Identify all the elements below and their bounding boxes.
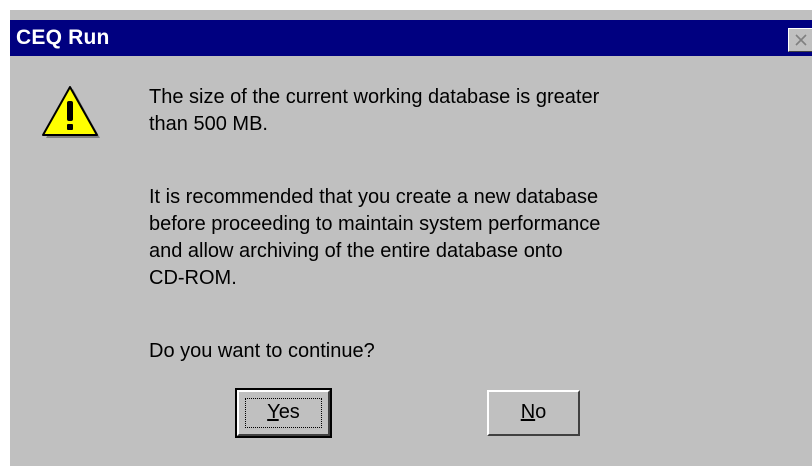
close-icon [795,34,807,46]
no-label: No [521,401,547,423]
no-button[interactable]: No [487,390,580,436]
yes-label-rest: es [278,401,300,423]
focus-rectangle: Yes [245,398,322,428]
message-line: The size of the current working database… [149,86,600,108]
message-line: than 500 MB. [149,113,268,135]
window-title: CEQ Run [16,26,110,49]
no-mnemonic: N [520,401,536,423]
recommendation-line: It is recommended that you create a new … [149,186,599,208]
recommendation-line: before proceeding to maintain system per… [149,213,601,235]
no-label-rest: o [535,401,547,423]
message-text: The size of the current working database… [149,84,749,138]
recommendation-text: It is recommended that you create a new … [149,184,749,292]
yes-button[interactable]: Yes [235,388,332,438]
recommendation-line: CD-ROM. [149,267,237,289]
recommendation-line: and allow archiving of the entire databa… [149,240,563,262]
warning-icon [42,86,100,138]
message-dialog: CEQ Run The size of the current working … [8,8,812,466]
close-button[interactable] [788,28,812,52]
title-bar[interactable]: CEQ Run [10,20,812,56]
question-text: Do you want to continue? [149,340,375,362]
yes-mnemonic: Y [267,401,279,423]
